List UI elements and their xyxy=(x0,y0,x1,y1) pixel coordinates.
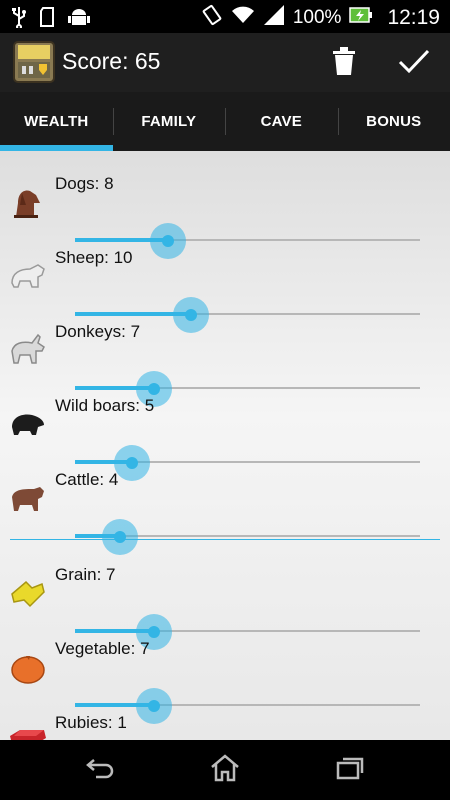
back-icon xyxy=(84,756,116,785)
list-item-grain: Grain: 7 xyxy=(0,558,450,650)
battery-percent: 100% xyxy=(292,6,342,28)
ruby-token-icon xyxy=(8,720,48,740)
tab-cave[interactable]: CAVE xyxy=(225,92,338,151)
action-bar: Score: 65 xyxy=(0,33,450,92)
item-label: Wild boars: 5 xyxy=(55,396,155,415)
tab-wealth[interactable]: WEALTH xyxy=(0,92,113,151)
item-label: Sheep: 10 xyxy=(55,248,133,267)
tab-bar: WEALTH FAMILY CAVE BONUS xyxy=(0,92,450,151)
recent-apps-icon xyxy=(335,756,365,785)
signal-icon xyxy=(263,4,285,31)
recent-apps-button[interactable] xyxy=(330,754,370,786)
home-button[interactable] xyxy=(205,753,245,787)
list-item-cattle: Cattle: 4 xyxy=(0,463,450,555)
cattle-slider[interactable] xyxy=(75,515,420,559)
trash-icon xyxy=(332,46,356,81)
vibrate-icon xyxy=(201,4,223,31)
cattle-token-icon xyxy=(8,477,48,517)
navigation-bar xyxy=(0,740,450,800)
score-title: Score: 65 xyxy=(62,48,161,74)
section-divider xyxy=(10,539,440,540)
item-label: Rubies: 1 xyxy=(55,713,127,732)
back-button[interactable] xyxy=(80,754,120,786)
tab-label: CAVE xyxy=(260,113,302,130)
clock: 12:19 xyxy=(387,5,440,29)
home-icon xyxy=(210,753,240,787)
tab-label: BONUS xyxy=(366,113,422,130)
supplies-storage-icon xyxy=(13,41,55,83)
sd-card-icon xyxy=(40,7,54,32)
list-item-rubies: Rubies: 1 xyxy=(0,706,450,740)
wifi-icon xyxy=(231,5,255,30)
list-item-donkeys: Donkeys: 7 xyxy=(0,315,450,407)
dog-token-icon xyxy=(8,181,48,221)
list-item-vegetable: Vegetable: 7 xyxy=(0,632,450,724)
usb-icon xyxy=(12,6,26,33)
item-label: Vegetable: 7 xyxy=(55,639,150,658)
android-icon xyxy=(68,6,90,33)
sheep-token-icon xyxy=(8,255,48,295)
tab-label: WEALTH xyxy=(24,113,89,130)
grain-token-icon xyxy=(8,572,48,612)
donkey-token-icon xyxy=(8,329,48,369)
list-item-sheep: Sheep: 10 xyxy=(0,241,450,333)
status-bar: 100% 12:19 xyxy=(0,0,450,33)
check-icon xyxy=(398,48,430,79)
list-item-dogs: Dogs: 8 xyxy=(0,167,450,259)
list-item-wild-boars: Wild boars: 5 xyxy=(0,389,450,481)
done-button[interactable] xyxy=(394,43,434,83)
item-label: Donkeys: 7 xyxy=(55,322,141,341)
wealth-list[interactable]: Dogs: 8 Sheep: 10 Donkeys: 7 Wild boars:… xyxy=(0,151,450,740)
vegetable-token-icon xyxy=(8,646,48,686)
tab-bonus[interactable]: BONUS xyxy=(337,92,450,151)
item-label: Dogs: 8 xyxy=(55,174,114,193)
tab-family[interactable]: FAMILY xyxy=(112,92,226,151)
delete-button[interactable] xyxy=(324,43,364,83)
wild-boar-token-icon xyxy=(8,403,48,443)
tab-label: FAMILY xyxy=(141,113,197,130)
item-label: Cattle: 4 xyxy=(55,470,119,489)
item-label: Grain: 7 xyxy=(55,565,116,584)
slider-thumb[interactable] xyxy=(113,531,126,543)
battery-icon xyxy=(349,6,373,29)
